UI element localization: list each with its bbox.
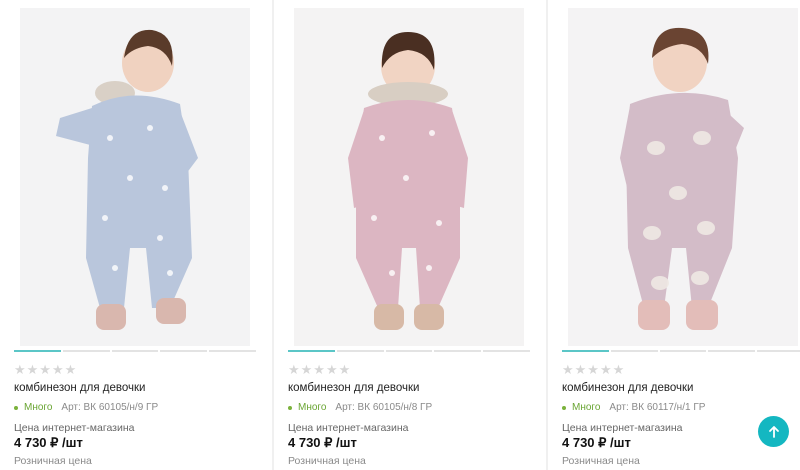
rating-stars[interactable]: ★★★★★ [288,362,351,378]
stock-dot-icon [14,405,18,410]
product-title[interactable]: комбинезон для девочки [562,382,693,394]
product-card[interactable]: ★★★★★ комбинезон для девочки Много Арт: … [548,0,800,470]
price-value: 4 730 ₽ /шт [562,435,631,450]
gallery-dot[interactable] [160,350,208,352]
gallery-dot[interactable] [483,350,530,352]
gallery-dot[interactable] [62,350,110,352]
stock-status: Много [24,402,53,413]
article-number: Арт: ВК 60117/н/1 ГР [609,402,706,413]
product-card[interactable]: ★★★★★ комбинезон для девочки Много Арт: … [274,0,548,470]
gallery-dot[interactable] [434,350,482,352]
child-in-snowsuit-image [20,8,250,346]
product-photo[interactable] [20,8,250,346]
gallery-dot[interactable] [111,350,159,352]
gallery-dot[interactable] [610,350,658,352]
child-in-snowsuit-image [568,8,798,346]
product-title[interactable]: комбинезон для девочки [14,382,145,394]
child-in-snowsuit-image [294,8,524,346]
gallery-dot[interactable] [708,350,756,352]
arrow-up-icon [768,425,779,438]
product-photo[interactable] [294,8,524,346]
price-value: 4 730 ₽ /шт [288,435,357,450]
price-value: 4 730 ₽ /шт [14,435,83,450]
stock-info: Много Арт: ВК 60105/н/8 ГР [288,402,432,413]
price-label: Цена интернет-магазина [14,422,135,434]
price-label: Цена интернет-магазина [562,422,683,434]
gallery-dot[interactable] [659,350,707,352]
gallery-dot[interactable] [14,350,61,352]
article-number: Арт: ВК 60105/н/8 ГР [335,402,433,413]
stock-info: Много Арт: ВК 60105/н/9 ГР [14,402,158,413]
retail-price-label: Розничная цена [288,455,366,467]
product-grid: ★★★★★ комбинезон для девочки Много Арт: … [0,0,800,470]
retail-price-label: Розничная цена [562,455,640,467]
gallery-indicator[interactable] [14,350,256,353]
product-photo[interactable] [568,8,798,346]
product-title[interactable]: комбинезон для девочки [288,382,419,394]
scroll-to-top-button[interactable] [758,416,789,447]
stock-dot-icon [288,405,292,410]
stock-status: Много [298,402,327,413]
stock-dot-icon [562,405,566,410]
stock-info: Много Арт: ВК 60117/н/1 ГР [562,402,705,413]
gallery-dot[interactable] [562,350,609,352]
gallery-indicator[interactable] [562,350,800,353]
rating-stars[interactable]: ★★★★★ [14,362,77,378]
gallery-dot[interactable] [385,350,433,352]
gallery-dot[interactable] [336,350,384,352]
gallery-indicator[interactable] [288,350,530,353]
article-number: Арт: ВК 60105/н/9 ГР [61,402,159,413]
gallery-dot[interactable] [288,350,335,352]
gallery-dot[interactable] [209,350,256,352]
gallery-dot[interactable] [757,350,800,352]
price-label: Цена интернет-магазина [288,422,409,434]
stock-status: Много [572,402,601,413]
retail-price-label: Розничная цена [14,455,92,467]
rating-stars[interactable]: ★★★★★ [562,362,625,378]
product-card[interactable]: ★★★★★ комбинезон для девочки Много Арт: … [0,0,274,470]
